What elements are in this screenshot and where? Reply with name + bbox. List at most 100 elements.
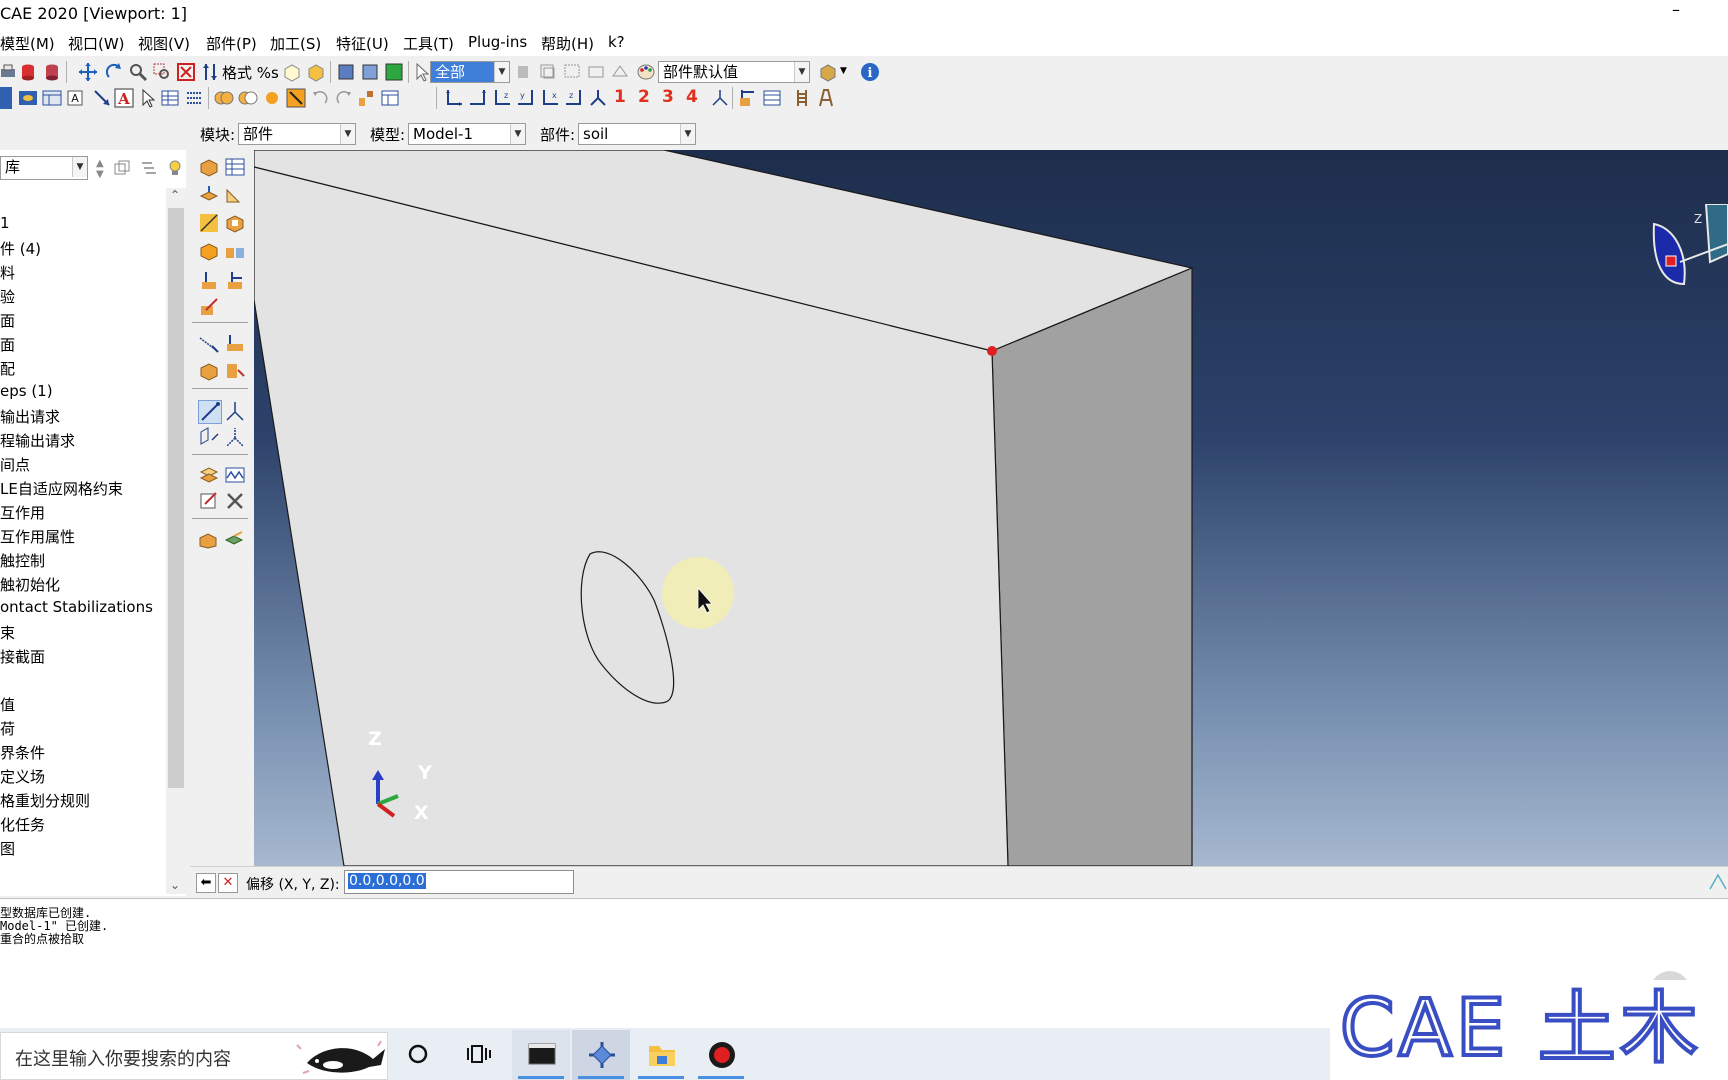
- taskbar-app-abaqus[interactable]: [572, 1030, 630, 1080]
- annotate-icon[interactable]: A: [66, 88, 86, 108]
- datum-axis-icon[interactable]: [224, 270, 246, 292]
- tree-item[interactable]: 面: [0, 334, 15, 355]
- wireframe-icon[interactable]: [336, 62, 356, 82]
- shaded-cube-icon[interactable]: [306, 62, 326, 82]
- tree-item[interactable]: 互作用: [0, 502, 45, 523]
- view-preset-1[interactable]: 1: [614, 87, 626, 107]
- selected-point-marker[interactable]: [987, 346, 997, 356]
- menu-feature[interactable]: 特征(U): [336, 33, 389, 54]
- view-left-icon[interactable]: x: [540, 88, 560, 108]
- menu-plugins[interactable]: Plug-ins: [468, 33, 527, 51]
- tree-scroll-thumb[interactable]: [168, 208, 184, 788]
- triad-icon[interactable]: [710, 88, 730, 108]
- tree-item[interactable]: 化任务: [0, 814, 45, 835]
- tree-item[interactable]: 验: [0, 286, 15, 307]
- view-preset-3[interactable]: 3: [662, 87, 674, 107]
- create-part-icon[interactable]: [198, 156, 220, 178]
- datum-plane-icon[interactable]: [198, 426, 220, 448]
- tree-item[interactable]: 格重划分规则: [0, 790, 90, 811]
- drag-shape-icon[interactable]: [562, 62, 582, 82]
- pointer-icon[interactable]: [138, 88, 158, 108]
- query-table-icon[interactable]: [160, 88, 180, 108]
- tree-item[interactable]: 程输出请求: [0, 430, 75, 451]
- tree-item[interactable]: 件 (4): [0, 238, 41, 259]
- datum-icon[interactable]: [356, 88, 376, 108]
- boolean-subtract-icon[interactable]: [238, 88, 258, 108]
- tree-item[interactable]: 互作用属性: [0, 526, 75, 547]
- tree-item[interactable]: eps (1): [0, 382, 53, 400]
- taskbar-app-terminal[interactable]: [512, 1030, 570, 1080]
- model-select[interactable]: Model-1 ▼: [408, 123, 526, 145]
- module-select[interactable]: 部件 ▼: [238, 123, 356, 145]
- menu-help[interactable]: 帮助(H): [541, 33, 594, 54]
- offset-input[interactable]: 0.0,0.0,0.0: [344, 870, 574, 894]
- create-round-icon[interactable]: [198, 240, 220, 262]
- menu-model[interactable]: 模型(M): [0, 33, 55, 54]
- rotate-icon[interactable]: [104, 62, 124, 82]
- view-right-icon[interactable]: z: [564, 88, 584, 108]
- ruler-icon[interactable]: [792, 88, 812, 108]
- tree-item[interactable]: LE自适应网格约束: [0, 478, 123, 499]
- boolean-union-icon[interactable]: [214, 88, 234, 108]
- info-icon[interactable]: i: [860, 62, 880, 82]
- taskbar-app-explorer[interactable]: [632, 1030, 690, 1080]
- sort-icon[interactable]: ▲ ▼: [96, 158, 104, 180]
- menu-shape[interactable]: 加工(S): [270, 33, 321, 54]
- mesh-table-icon[interactable]: [762, 88, 782, 108]
- create-wire-icon[interactable]: [198, 212, 220, 234]
- tree-item[interactable]: 束: [0, 622, 15, 643]
- tree-item[interactable]: 定义场: [0, 766, 45, 787]
- create-cut-icon[interactable]: [224, 212, 246, 234]
- shaded-render-icon[interactable]: [384, 62, 404, 82]
- tree-filter-icon[interactable]: [140, 160, 158, 176]
- tree-item[interactable]: 图: [0, 838, 15, 859]
- format-label[interactable]: 格式 %s: [222, 62, 279, 83]
- tree-item[interactable]: 接截面: [0, 646, 45, 667]
- tree-item[interactable]: 间点: [0, 454, 30, 475]
- partition-sketch-icon[interactable]: [224, 360, 246, 382]
- create-pattern-icon[interactable]: [224, 240, 246, 262]
- tree-item[interactable]: 值: [0, 694, 15, 715]
- view-compass[interactable]: [1644, 204, 1728, 314]
- partition-face-icon[interactable]: [198, 332, 220, 354]
- color-palette-icon[interactable]: [636, 62, 656, 82]
- taskbar-app-recorder[interactable]: [692, 1030, 750, 1080]
- part-select[interactable]: soil ▼: [578, 123, 696, 145]
- context-help-button[interactable]: k?: [608, 33, 625, 51]
- scroll-down-icon[interactable]: ⌄: [170, 878, 180, 892]
- iso-view-icon[interactable]: [282, 62, 302, 82]
- text-annotation-icon[interactable]: A: [114, 88, 134, 108]
- magnify-icon[interactable]: [128, 62, 148, 82]
- partition-cell-icon[interactable]: [198, 360, 220, 382]
- view-front-icon[interactable]: [444, 88, 464, 108]
- prompt-back-button[interactable]: ⬅: [196, 873, 216, 893]
- view-top-icon[interactable]: z: [492, 88, 512, 108]
- tree-item[interactable]: 荷: [0, 718, 15, 739]
- task-view-icon[interactable]: [466, 1042, 492, 1066]
- edit-feature-icon[interactable]: [198, 296, 220, 318]
- datum-csys-icon[interactable]: [224, 400, 246, 422]
- part-manager-icon[interactable]: [224, 156, 246, 178]
- tree-filter-select[interactable]: 库 ▼: [0, 156, 88, 180]
- datum-axis-vector-icon[interactable]: [224, 426, 246, 448]
- view-bottom-icon[interactable]: y: [516, 88, 536, 108]
- tools-wrench-icon[interactable]: [224, 490, 246, 512]
- highlight-tool-icon[interactable]: [286, 88, 306, 108]
- create-solid-extrude-icon[interactable]: [198, 184, 220, 206]
- tree-item[interactable]: 触控制: [0, 550, 45, 571]
- menu-tools[interactable]: 工具(T): [403, 33, 454, 54]
- display-group-icon[interactable]: [818, 62, 838, 82]
- arrow-annotation-icon[interactable]: [92, 88, 112, 108]
- create-shell-icon[interactable]: [224, 184, 246, 206]
- tree-item[interactable]: 界条件: [0, 742, 45, 763]
- selection-filter-select[interactable]: 全部 ▼: [430, 61, 510, 83]
- save-database-icon[interactable]: [18, 62, 38, 82]
- measure-icon[interactable]: [816, 88, 836, 108]
- partition-icon[interactable]: [738, 88, 758, 108]
- minimize-button[interactable]: –: [1672, 0, 1680, 19]
- tree-item[interactable]: 面: [0, 310, 15, 331]
- select-arrow-icon[interactable]: [412, 62, 432, 82]
- redo-icon[interactable]: [334, 88, 354, 108]
- viewport-canvas[interactable]: Z Y X Z: [254, 150, 1728, 866]
- layout-icon[interactable]: [42, 88, 62, 108]
